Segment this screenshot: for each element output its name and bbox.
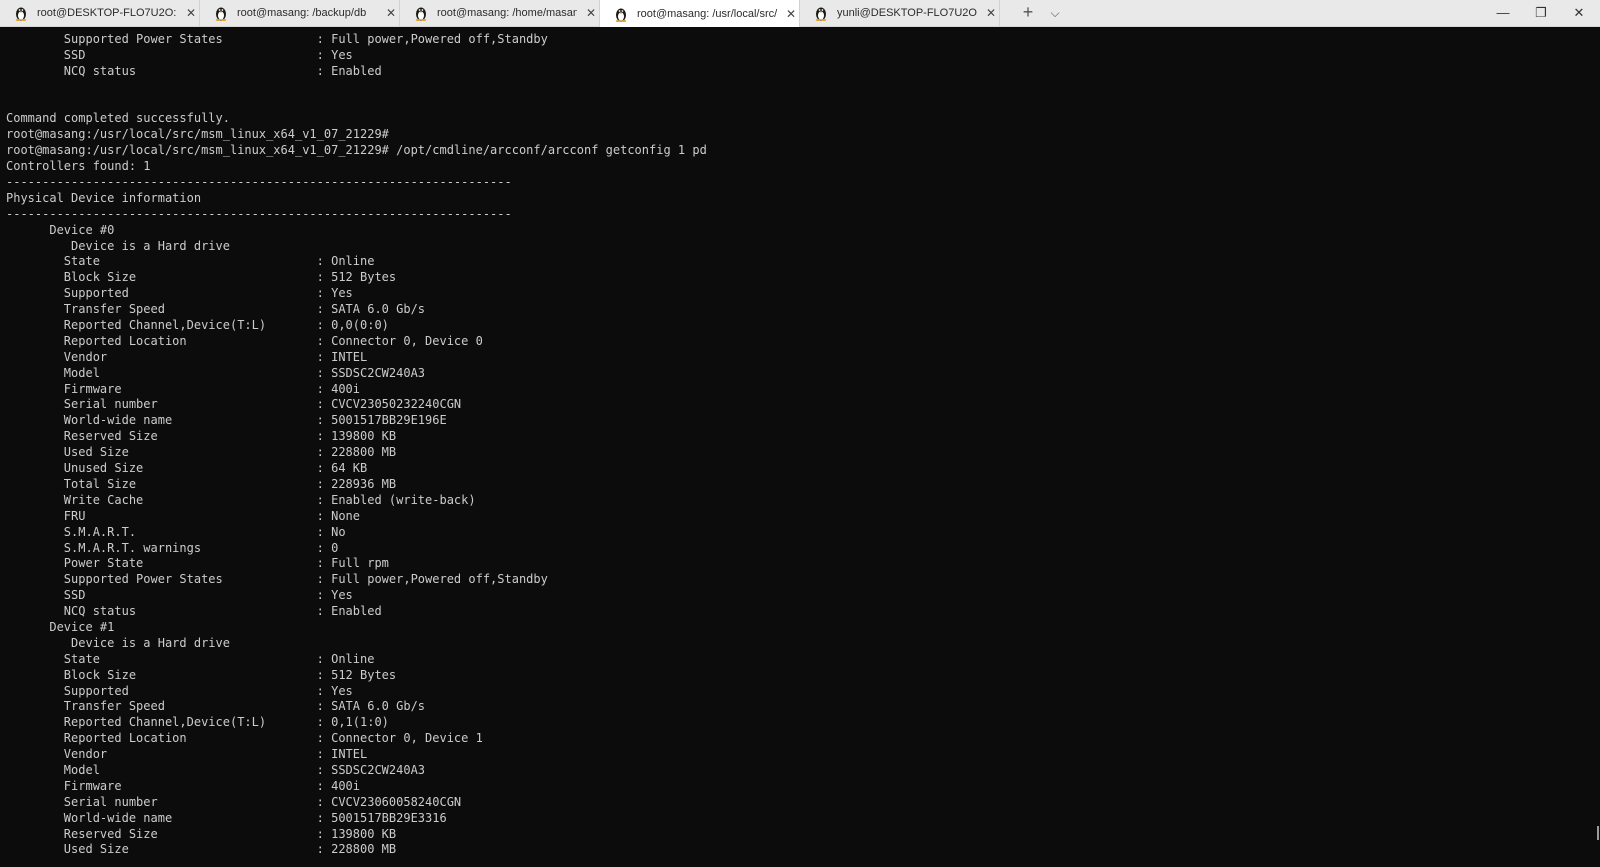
tab-close-button[interactable]: ✕ bbox=[783, 7, 799, 21]
terminal-output[interactable]: Supported Power States : Full power,Powe… bbox=[6, 32, 1586, 864]
tab-bar: root@DESKTOP-FLO7U2O: /mnt ✕ root@masang… bbox=[0, 0, 1600, 27]
terminal-line: State : Online bbox=[6, 254, 375, 269]
tab-4-active[interactable]: root@masang: /usr/local/src/msm ✕ bbox=[600, 0, 800, 27]
terminal-line: root@masang:/usr/local/src/msm_linux_x64… bbox=[6, 127, 389, 142]
terminal-line: Block Size : 512 Bytes bbox=[6, 667, 397, 682]
terminal-line: SSD : Yes bbox=[6, 588, 353, 603]
terminal-line: Reported Location : Connector 0, Device … bbox=[6, 731, 483, 746]
tab-2[interactable]: root@masang: /backup/db ✕ bbox=[200, 0, 400, 26]
terminal-line: Controllers found: 1 bbox=[6, 159, 151, 174]
terminal-line: Vendor : INTEL bbox=[6, 349, 368, 364]
terminal-line: Block Size : 512 Bytes bbox=[6, 270, 397, 285]
tab-5[interactable]: yunli@DESKTOP-FLO7U2O: /mnt ✕ bbox=[800, 0, 1000, 26]
tab-close-button[interactable]: ✕ bbox=[583, 6, 599, 20]
tab-title: root@masang: /home/masang bbox=[437, 7, 577, 19]
terminal-line: root@masang:/usr/local/src/msm_linux_x64… bbox=[6, 143, 707, 158]
terminal-line: Device #0 bbox=[6, 222, 115, 237]
terminal-line: Write Cache : Enabled (write-back) bbox=[6, 492, 476, 507]
terminal-line: Reported Channel,Device(T:L) : 0,1(1:0) bbox=[6, 715, 389, 730]
terminal-line: Physical Device information bbox=[6, 190, 202, 205]
tab-title: yunli@DESKTOP-FLO7U2O: /mnt bbox=[837, 7, 977, 19]
terminal-line: SSD : Yes bbox=[6, 47, 353, 62]
terminal-line: Reserved Size : 139800 KB bbox=[6, 826, 397, 841]
terminal-line: Power State : Full rpm bbox=[6, 556, 389, 571]
terminal-line: Used Size : 228800 MB bbox=[6, 445, 397, 460]
terminal-line: Firmware : 400i bbox=[6, 381, 361, 396]
terminal-line: Supported Power States : Full power,Powe… bbox=[6, 572, 548, 587]
terminal-line: ----------------------------------------… bbox=[6, 175, 512, 190]
tab-title: root@masang: /usr/local/src/msm bbox=[637, 7, 777, 20]
new-tab-button[interactable]: + bbox=[1016, 0, 1040, 26]
terminal-line: Reported Channel,Device(T:L) : 0,0(0:0) bbox=[6, 318, 389, 333]
tux-linux-icon bbox=[15, 7, 27, 21]
tux-linux-icon bbox=[415, 7, 427, 21]
terminal-line: Device is a Hard drive bbox=[6, 238, 230, 253]
tab-3[interactable]: root@masang: /home/masang ✕ bbox=[400, 0, 600, 26]
terminal-line: World-wide name : 5001517BB29E3316 bbox=[6, 810, 447, 825]
terminal-line: Transfer Speed : SATA 6.0 Gb/s bbox=[6, 302, 426, 317]
terminal-line: Reported Location : Connector 0, Device … bbox=[6, 333, 483, 348]
terminal-line: Supported : Yes bbox=[6, 683, 353, 698]
terminal-line: Total Size : 228936 MB bbox=[6, 476, 397, 491]
terminal-line: Vendor : INTEL bbox=[6, 747, 368, 762]
tux-linux-icon bbox=[815, 7, 827, 21]
terminal-line: Device is a Hard drive bbox=[6, 635, 230, 650]
terminal-line: Used Size : 228800 MB bbox=[6, 842, 397, 857]
tab-close-button[interactable]: ✕ bbox=[983, 6, 999, 20]
terminal-line: World-wide name : 5001517BB29E196E bbox=[6, 413, 447, 428]
terminal-line: Unused Size : 64 KB bbox=[6, 461, 368, 476]
tab-title: root@DESKTOP-FLO7U2O: /mnt bbox=[37, 7, 177, 19]
maximize-button[interactable]: ❐ bbox=[1522, 0, 1560, 26]
terminal-line: Serial number : CVCV23060058240CGN bbox=[6, 794, 462, 809]
minimize-button[interactable]: — bbox=[1484, 0, 1522, 26]
tab-close-button[interactable]: ✕ bbox=[383, 6, 399, 20]
terminal-line: Transfer Speed : SATA 6.0 Gb/s bbox=[6, 699, 426, 714]
terminal-line: S.M.A.R.T. : No bbox=[6, 524, 346, 539]
terminal-line: Supported : Yes bbox=[6, 286, 353, 301]
terminal-line: FRU : None bbox=[6, 508, 361, 523]
terminal-line: NCQ status : Enabled bbox=[6, 604, 382, 619]
terminal-line: Firmware : 400i bbox=[6, 778, 361, 793]
terminal-line: ----------------------------------------… bbox=[6, 206, 512, 221]
close-window-button[interactable]: ✕ bbox=[1560, 0, 1598, 26]
terminal-line: NCQ status : Enabled bbox=[6, 63, 382, 78]
terminal-line: Supported Power States : Full power,Powe… bbox=[6, 32, 548, 46]
terminal-line: Model : SSDSC2CW240A3 bbox=[6, 762, 426, 777]
terminal-line: S.M.A.R.T. warnings : 0 bbox=[6, 540, 339, 555]
chevron-down-icon[interactable]: ⌵ bbox=[1044, 0, 1066, 26]
terminal-line: Serial number : CVCV23050232240CGN bbox=[6, 397, 462, 412]
terminal-line: Command completed successfully. bbox=[6, 111, 230, 126]
terminal-line: Device #1 bbox=[6, 619, 115, 634]
terminal-line: Model : SSDSC2CW240A3 bbox=[6, 365, 426, 380]
tab-1[interactable]: root@DESKTOP-FLO7U2O: /mnt ✕ bbox=[0, 0, 200, 26]
tux-linux-icon bbox=[215, 7, 227, 21]
tab-title: root@masang: /backup/db bbox=[237, 7, 367, 19]
scrollbar-thumb[interactable] bbox=[1597, 826, 1599, 840]
tux-linux-icon bbox=[615, 8, 627, 22]
tab-close-button[interactable]: ✕ bbox=[183, 6, 199, 20]
terminal-line: Reserved Size : 139800 KB bbox=[6, 429, 397, 444]
terminal-line: State : Online bbox=[6, 651, 375, 666]
